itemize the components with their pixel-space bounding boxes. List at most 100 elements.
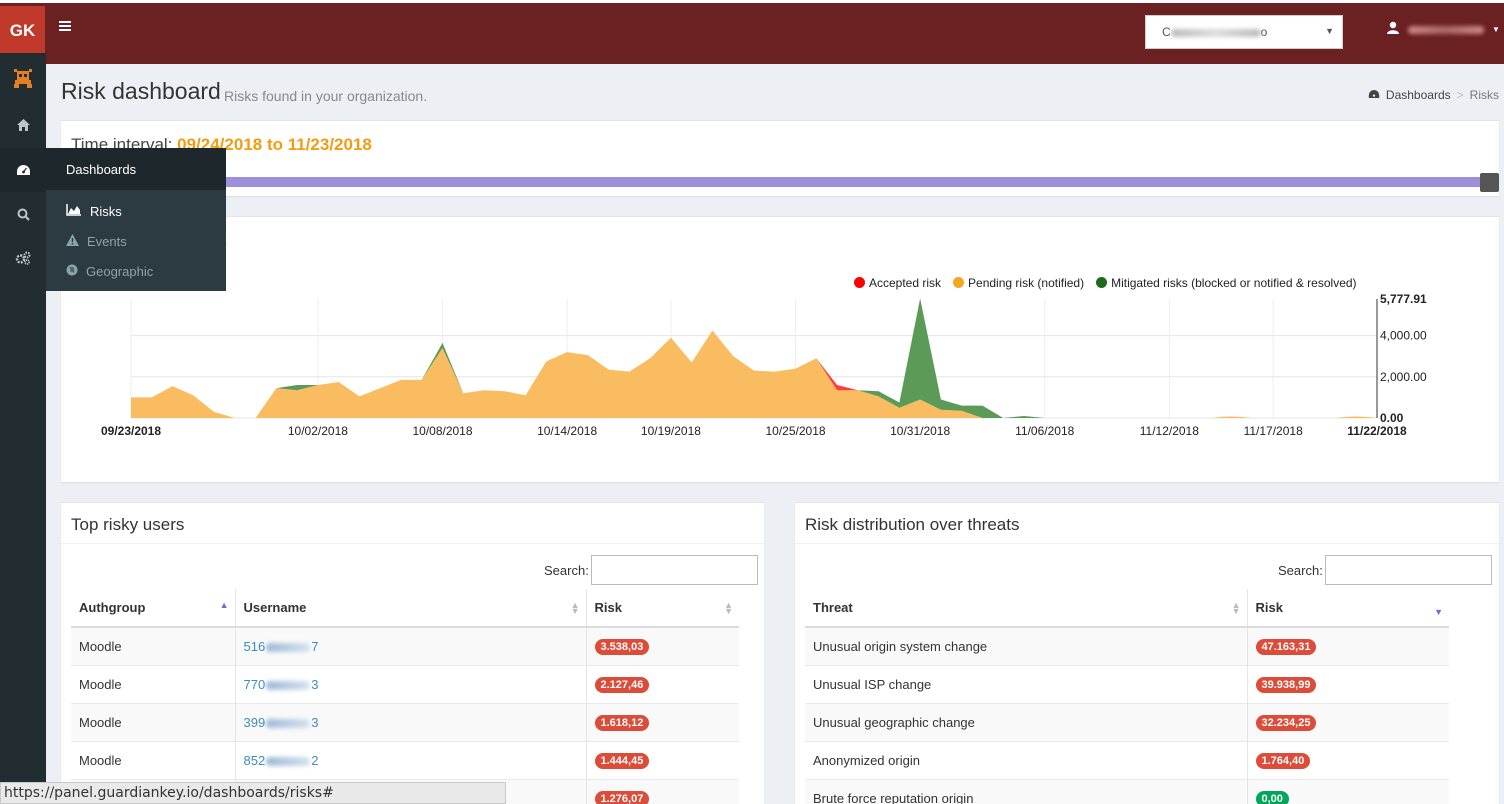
app-logo[interactable]: GK (0, 6, 45, 56)
threat-cell: Unusual geographic change (805, 702, 1248, 741)
column-header-risk[interactable]: Risk ▲ ▼ (586, 589, 739, 628)
time-range-slider-handle[interactable] (1480, 173, 1499, 192)
redacted-username (1408, 25, 1484, 34)
time-interval-heading: Time interval: 09/24/2018 to 11/23/2018 (61, 121, 1499, 169)
column-header-username[interactable]: Username ▲ ▼ (235, 589, 587, 628)
y-tick-label: 4,000.00 (1380, 329, 1427, 343)
time-interval-box: Time interval: 09/24/2018 to 11/23/2018 (61, 120, 1499, 196)
home-icon[interactable] (0, 103, 46, 147)
risk-badge: 3.538,03 (594, 638, 650, 655)
search-label: Search: (1278, 562, 1323, 578)
risk-cell: 1.276,07 (586, 778, 739, 804)
top-navbar: GK Co ▼ ▼ (0, 0, 1504, 64)
sidebar (0, 53, 46, 804)
search-label: Search: (544, 562, 589, 578)
table-row: Unusual origin system change 47.163,31 (805, 626, 1449, 665)
y-tick-label: 0.00 (1380, 411, 1404, 425)
username-tail: 3 (311, 714, 319, 730)
flyout-title[interactable]: Dashboards (46, 148, 226, 190)
x-tick-label: 10/25/2018 (766, 424, 826, 438)
threats-table-title: Risk distribution over threats (795, 503, 1499, 544)
users-search: Search: (544, 555, 758, 585)
risk-cell: 0,00 (1247, 778, 1449, 804)
flyout-item-risks[interactable]: Risks (46, 196, 226, 226)
x-tick-label: 11/12/2018 (1140, 424, 1199, 438)
flyout-item-geographic[interactable]: Geographic (46, 256, 226, 286)
column-header-threat[interactable]: Threat ▲ ▼ (805, 589, 1248, 628)
time-range-slider-track[interactable] (61, 177, 1489, 187)
authgroup-cell: Moodle (71, 702, 236, 741)
redacted-text (1170, 28, 1261, 37)
table-row: Anonymized origin 1.764,40 (805, 740, 1449, 779)
username-link[interactable]: 516 7 (244, 639, 319, 654)
page-title: Risk dashboard (61, 78, 221, 104)
x-tick-label: 11/22/2018 (1347, 424, 1407, 438)
globe-icon (66, 264, 78, 279)
sort-desc-icon: ▼ (1434, 607, 1443, 617)
username-cell: 770 3 (235, 664, 587, 703)
breadcrumb-risks: Risks (1469, 88, 1499, 102)
flyout-item-events[interactable]: Events (46, 226, 226, 256)
x-tick-label: 10/31/2018 (890, 424, 950, 438)
authgroup-cell: Moodle (71, 626, 236, 665)
table-row: Moodle 852 2 1.444,45 (71, 740, 739, 779)
risk-badge: 1.764,40 (1255, 752, 1311, 769)
username-link[interactable]: 770 3 (244, 677, 319, 692)
x-tick-label: 10/14/2018 (537, 424, 597, 438)
username-tail: 7 (311, 638, 319, 654)
risk-badge: 47.163,31 (1255, 638, 1317, 655)
risk-badge: 39.938,99 (1255, 676, 1317, 693)
username-head: 399 (243, 714, 266, 730)
risk-cell: 39.938,99 (1247, 664, 1449, 703)
authgroup-cell: Moodle (71, 740, 236, 779)
hamburger-icon[interactable] (58, 19, 76, 37)
user-menu[interactable]: ▼ (1386, 21, 1500, 38)
column-header-authgroup[interactable]: Authgroup ▲ (71, 589, 236, 628)
search-icon[interactable] (0, 192, 46, 236)
risk-distribution-box: Risk distribution over threats Search: T… (795, 502, 1499, 804)
series-area-tail (1210, 416, 1253, 418)
gears-icon[interactable] (0, 236, 46, 280)
sort-icon: ▲ ▼ (724, 600, 733, 616)
threat-cell: Brute force reputation origin (805, 778, 1248, 804)
warning-icon (66, 233, 79, 249)
username-link[interactable]: 852 2 (244, 753, 319, 768)
authgroup-cell: Moodle (71, 664, 236, 703)
risk-cell: 47.163,31 (1247, 626, 1449, 665)
threat-cell: Unusual origin system change (805, 626, 1248, 665)
table-row: Moodle 770 3 2.127,46 (71, 664, 739, 703)
breadcrumb-dashboards[interactable]: Dashboards (1386, 88, 1451, 102)
username-tail: 3 (311, 676, 319, 692)
table-row: Unusual ISP change 39.938,99 (805, 664, 1449, 703)
redacted-text (266, 756, 311, 766)
sort-icon: ▲ ▼ (1231, 600, 1241, 616)
users-table: Authgroup ▲ Username ▲ ▼ Risk ▲ ▼ Moodle 516 7 3… (71, 589, 739, 804)
risk-cell: 32.234,25 (1247, 702, 1449, 741)
x-tick-label: 11/17/2018 (1244, 424, 1303, 438)
risk-badge: 32.234,25 (1255, 714, 1317, 731)
y-tick-label: 2,000.00 (1380, 370, 1427, 384)
column-label: Threat (813, 600, 853, 615)
username-cell: 516 7 (235, 626, 587, 665)
browser-status-url: https://panel.guardiankey.io/dashboards/… (0, 782, 506, 804)
x-tick-label: 10/19/2018 (641, 424, 701, 438)
users-search-input[interactable] (590, 555, 758, 585)
breadcrumb: Dashboards > Risks (1368, 88, 1499, 102)
column-header-risk[interactable]: Risk ▼ (1247, 589, 1449, 628)
threats-search-input[interactable] (1324, 555, 1492, 585)
flyout-item-label: Geographic (86, 263, 154, 279)
breadcrumb-separator: > (1456, 88, 1464, 102)
risk-cell: 3.538,03 (586, 626, 739, 665)
column-label: Risk (1255, 600, 1283, 615)
username-link[interactable]: 399 3 (244, 715, 319, 730)
dashboard-icon[interactable] (0, 148, 46, 192)
table-row: Moodle 516 7 3.538,03 (71, 626, 739, 665)
risk-cell: 1.764,40 (1247, 740, 1449, 779)
organization-select[interactable]: Co ▼ (1145, 15, 1343, 49)
redacted-text (266, 718, 311, 728)
threats-search: Search: (1278, 555, 1492, 585)
risk-area-chart[interactable]: 5,777.91 4,000.00 2,000.00 0.00 09/23/2018 10… (61, 217, 1499, 483)
user-icon (1386, 21, 1400, 38)
risk-cell: 1.618,12 (586, 702, 739, 741)
y-tick-label: 5,777.91 (1380, 292, 1427, 306)
